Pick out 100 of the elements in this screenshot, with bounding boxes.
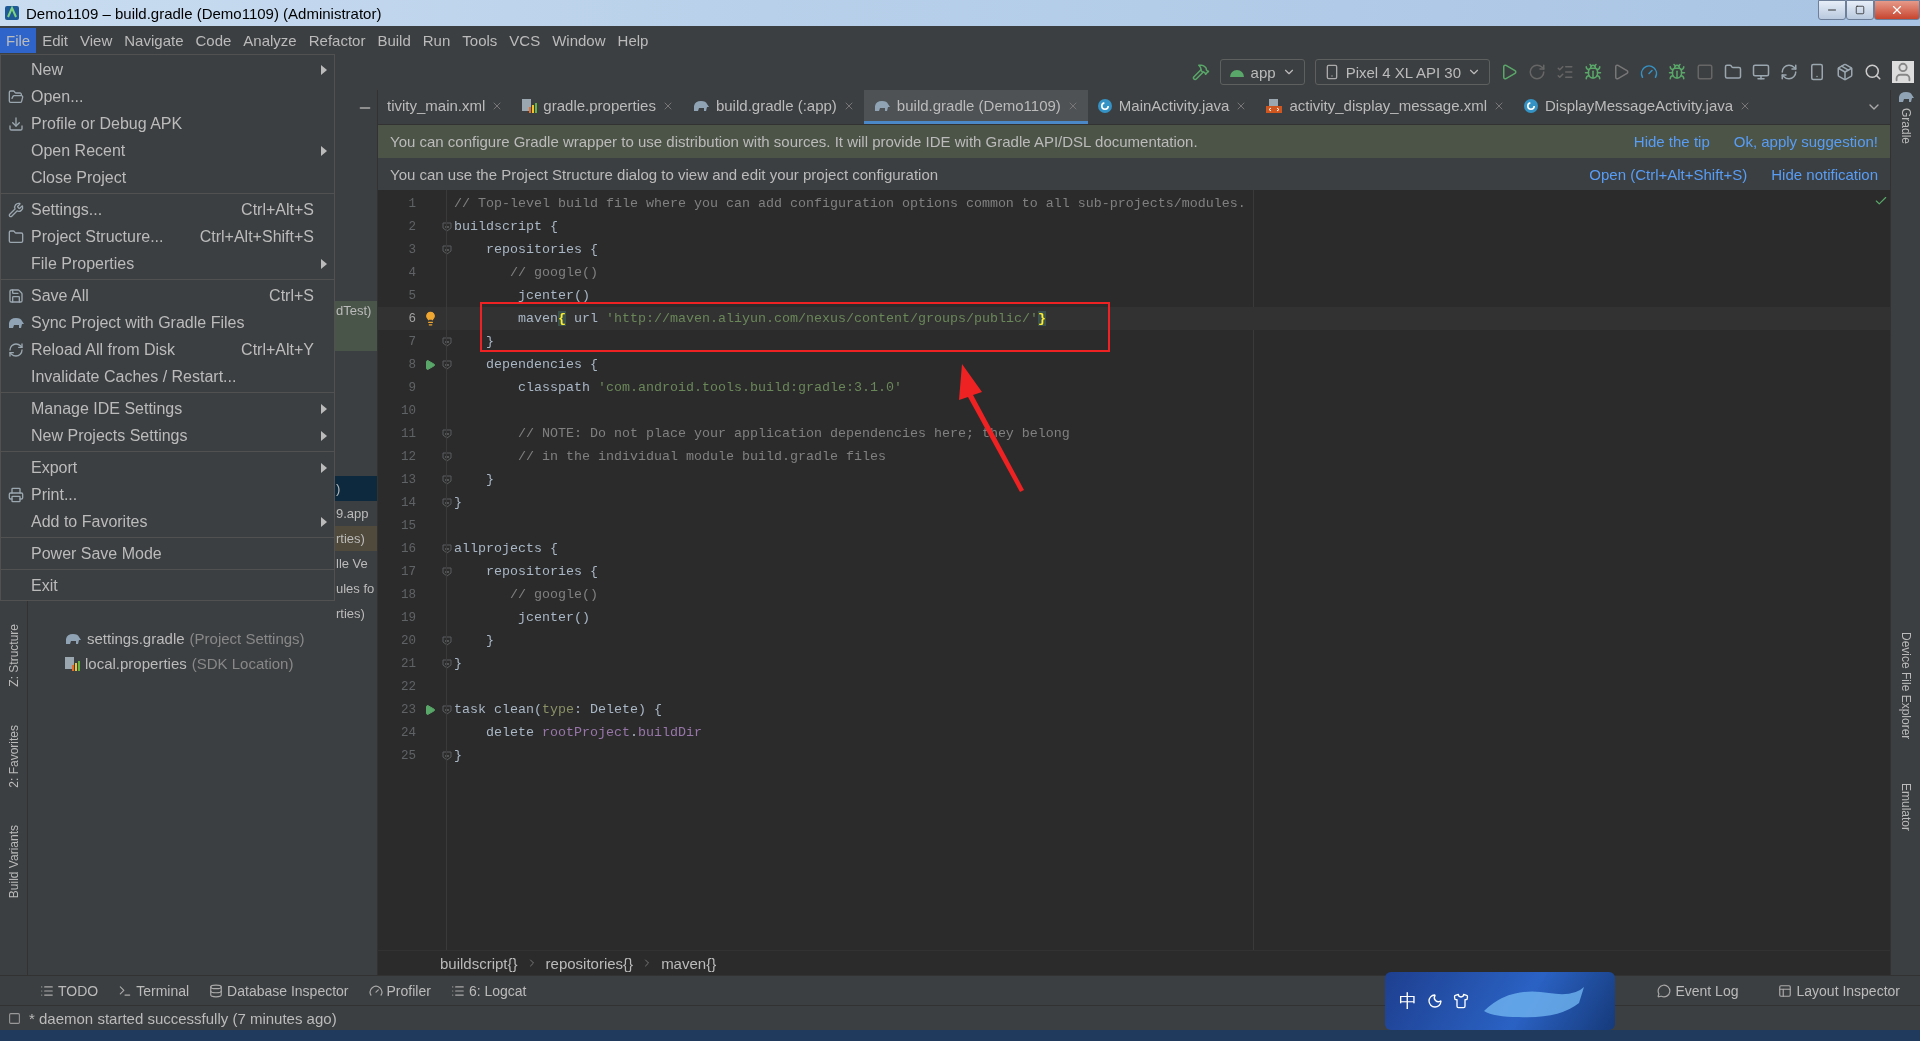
editor-tab[interactable]: MainActivity.java: [1087, 90, 1257, 124]
tool-window-button[interactable]: Profiler: [368, 982, 431, 999]
notification-link[interactable]: Hide the tip: [1633, 133, 1710, 150]
menu-item[interactable]: View: [74, 27, 119, 53]
debug-icon[interactable]: [1584, 63, 1602, 81]
device-dropdown[interactable]: Pixel 4 XL API 30: [1314, 59, 1490, 85]
attach-debugger-icon[interactable]: [1668, 63, 1686, 81]
tool-window-button[interactable]: Database Inspector: [209, 982, 349, 999]
project-structure-icon[interactable]: [1724, 63, 1742, 81]
minimize-button[interactable]: [1818, 0, 1846, 20]
menu-item[interactable]: Window: [546, 27, 612, 53]
panel-toggle-icon[interactable]: [8, 1011, 21, 1025]
code-line: }: [485, 472, 494, 487]
line-number: 3: [407, 242, 417, 257]
editor-tab[interactable]: DisplayMessageActivity.java: [1514, 90, 1761, 124]
menu-item[interactable]: VCS: [503, 27, 547, 53]
line-number: 20: [400, 633, 417, 648]
breadcrumb-item[interactable]: repositories{}: [545, 954, 634, 972]
close-button[interactable]: [1874, 0, 1920, 20]
line-number: 4: [407, 265, 417, 280]
menu-entry[interactable]: Reload All from Disk Ctrl+Alt+Y: [1, 336, 334, 363]
line-number: 12: [400, 449, 417, 464]
moon-icon[interactable]: [1427, 993, 1443, 1009]
line-number: 19: [400, 610, 417, 625]
menu-entry[interactable]: Project Structure... Ctrl+Alt+Shift+S: [1, 223, 334, 250]
sync-icon[interactable]: [1780, 63, 1798, 81]
status-message: * daemon started successfully (7 minutes ago): [29, 1009, 337, 1027]
notification-link[interactable]: Hide notification: [1771, 165, 1878, 183]
menu-item[interactable]: Edit: [36, 27, 75, 53]
tool-window-tab[interactable]: 2: Favorites: [6, 720, 21, 792]
menu-entry[interactable]: Export: [1, 454, 334, 481]
menu-item[interactable]: Code: [189, 27, 238, 53]
tool-window-tab[interactable]: Emulator: [1898, 779, 1913, 836]
tool-window-tab[interactable]: Build Variants: [6, 821, 21, 903]
menu-entry[interactable]: File Properties: [1, 250, 334, 277]
tool-window-button[interactable]: Event Log: [1657, 982, 1739, 999]
tool-window-tab[interactable]: Device File Explorer: [1898, 628, 1913, 744]
menu-entry[interactable]: Open Recent: [1, 137, 334, 164]
maximize-button[interactable]: [1846, 0, 1874, 20]
hammer-icon[interactable]: [1191, 63, 1210, 81]
menu-item[interactable]: Refactor: [302, 27, 372, 53]
menu-entry[interactable]: Open...: [1, 83, 334, 110]
menu-entry[interactable]: New Projects Settings: [1, 422, 334, 449]
menu-entry[interactable]: Save All Ctrl+S: [1, 282, 334, 309]
run-gutter-icon[interactable]: [424, 703, 436, 716]
menu-item[interactable]: Tools: [456, 27, 504, 53]
line-number: 18: [400, 587, 417, 602]
menu-entry[interactable]: Sync Project with Gradle Files: [1, 309, 334, 336]
tree-item[interactable]: local.properties (SDK Location): [28, 651, 377, 676]
run-icon[interactable]: [1500, 63, 1518, 81]
line-number: 21: [400, 656, 417, 671]
notification-link[interactable]: Ok, apply suggestion!: [1733, 133, 1878, 150]
menu-item[interactable]: Analyze: [237, 27, 303, 53]
menu-entry[interactable]: Settings... Ctrl+Alt+S: [1, 196, 334, 223]
tree-item[interactable]: settings.gradle (Project Settings): [28, 626, 377, 651]
line-number: 8: [407, 357, 417, 372]
editor-tab[interactable]: activity_display_message.xml: [1256, 90, 1514, 124]
tool-window-tab[interactable]: Z: Structure: [6, 620, 21, 691]
device-manager-icon[interactable]: [1808, 63, 1826, 81]
menu-item[interactable]: Help: [611, 27, 655, 53]
notification-text: You can configure Gradle wrapper to use distribution with sources. It will provide IDE with Gradle API/DSL documentation.: [390, 133, 1198, 150]
screen-icon[interactable]: [1752, 63, 1770, 81]
tool-window-tab[interactable]: Gradle: [1898, 104, 1913, 149]
avatar-icon[interactable]: [1892, 61, 1914, 83]
profiler-icon[interactable]: [1640, 63, 1658, 81]
folder-icon: [8, 228, 24, 245]
tool-window-button[interactable]: Terminal: [118, 982, 190, 999]
menu-entry[interactable]: Exit: [1, 572, 334, 599]
tool-window-button[interactable]: 6: Logcat: [450, 982, 527, 999]
menu-item[interactable]: Build: [371, 27, 417, 53]
tool-window-button[interactable]: TODO: [40, 982, 99, 999]
run-configuration-dropdown[interactable]: app: [1219, 59, 1305, 85]
menu-item[interactable]: Navigate: [118, 27, 190, 53]
editor-tab[interactable]: build.gradle (:app): [682, 90, 864, 124]
search-icon[interactable]: [1864, 63, 1882, 81]
breadcrumb-item[interactable]: maven{}: [661, 954, 717, 972]
menu-entry[interactable]: Profile or Debug APK: [1, 110, 334, 137]
breadcrumb-item[interactable]: buildscript{}: [440, 954, 518, 972]
menu-entry[interactable]: Invalidate Caches / Restart...: [1, 363, 334, 390]
menu-entry[interactable]: Manage IDE Settings: [1, 395, 334, 422]
menu-entry[interactable]: Add to Favorites: [1, 508, 334, 535]
window-title: Demo1109 – build.gradle (Demo1109) (Administrator): [26, 4, 382, 22]
menu-entry[interactable]: New: [1, 56, 334, 83]
run-gutter-icon[interactable]: [424, 358, 436, 371]
menu-entry[interactable]: Power Save Mode: [1, 540, 334, 567]
database-icon: [209, 983, 224, 998]
shirt-icon[interactable]: [1453, 993, 1469, 1009]
menu-item[interactable]: Run: [416, 27, 457, 53]
editor-tab[interactable]: tivity_main.xml: [378, 90, 513, 124]
tool-window-button[interactable]: Layout Inspector: [1778, 982, 1900, 999]
menu-entry[interactable]: Print...: [1, 481, 334, 508]
tree-item[interactable]: rties): [28, 601, 377, 626]
editor-tab[interactable]: build.gradle (Demo1109): [863, 90, 1088, 124]
menu-entry[interactable]: Close Project: [1, 164, 334, 191]
printer-icon: [8, 486, 24, 503]
close-icon: [1890, 3, 1904, 17]
editor-tab[interactable]: gradle.properties: [512, 90, 683, 124]
class-icon: [1096, 97, 1113, 114]
notification-link[interactable]: Open (Ctrl+Alt+Shift+S): [1589, 165, 1748, 183]
menu-item[interactable]: File: [0, 27, 37, 53]
